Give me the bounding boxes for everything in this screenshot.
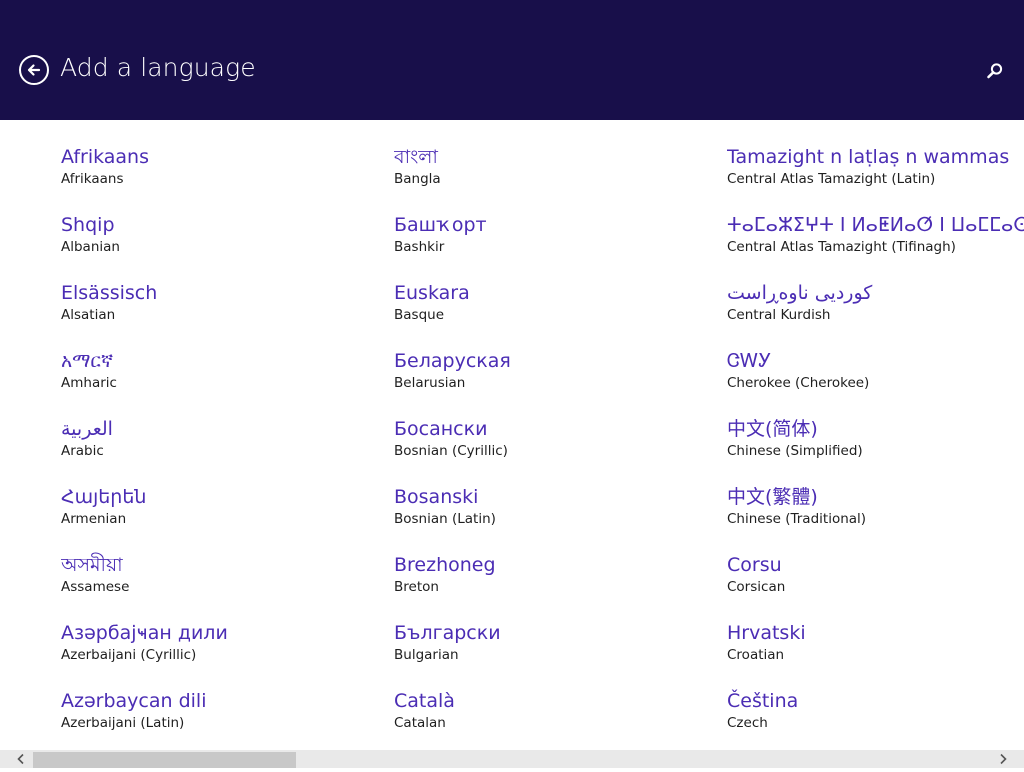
language-native-name: Беларуская <box>394 350 511 372</box>
back-arrow-circle-icon <box>27 64 41 76</box>
scrollbar-thumb[interactable] <box>33 752 296 768</box>
language-english-name: Bosnian (Latin) <box>394 511 496 527</box>
language-column-3: Tamazight n laṭlaṣ n wammas Central Atlas… <box>727 144 1024 750</box>
language-item[interactable]: Беларуская Belarusian <box>394 348 694 416</box>
language-native-name: 中文(简体) <box>727 418 818 440</box>
search-button[interactable] <box>984 60 1006 82</box>
language-item[interactable]: ᏣᎳᎩ Cherokee (Cherokee) <box>727 348 1024 416</box>
language-native-name: Հայերեն <box>61 486 147 508</box>
language-native-name: Elsässisch <box>61 282 158 304</box>
language-english-name: Cherokee (Cherokee) <box>727 375 870 391</box>
language-english-name: Albanian <box>61 239 120 255</box>
language-item[interactable]: অসমীয়া Assamese <box>61 552 361 620</box>
language-native-name: Euskara <box>394 282 470 304</box>
back-button[interactable] <box>19 55 49 85</box>
search-icon <box>987 63 1003 79</box>
language-item[interactable]: Azərbaycan dili Azerbaijani (Latin) <box>61 688 361 750</box>
language-item[interactable]: Elsässisch Alsatian <box>61 280 361 348</box>
language-item[interactable]: 中文(简体) Chinese (Simplified) <box>727 416 1024 484</box>
language-item[interactable]: العربية Arabic <box>61 416 361 484</box>
language-native-name: Bosanski <box>394 486 479 508</box>
language-item[interactable]: አማርኛ Amharic <box>61 348 361 416</box>
language-english-name: Croatian <box>727 647 785 663</box>
language-item[interactable]: Bosanski Bosnian (Latin) <box>394 484 694 552</box>
language-item[interactable]: Shqip Albanian <box>61 212 361 280</box>
language-item[interactable]: Brezhoneg Breton <box>394 552 694 620</box>
language-english-name: Chinese (Traditional) <box>727 511 867 527</box>
language-item[interactable]: Čeština Czech <box>727 688 1024 750</box>
language-english-name: Amharic <box>61 375 117 391</box>
language-english-name: Azerbaijani (Cyrillic) <box>61 647 197 663</box>
language-item[interactable]: Català Catalan <box>394 688 694 750</box>
language-english-name: Bulgarian <box>394 647 459 663</box>
language-english-name: Catalan <box>394 715 446 731</box>
app-header: Add a language <box>0 0 1024 120</box>
language-item[interactable]: Tamazight n laṭlaṣ n wammas Central Atlas… <box>727 144 1024 212</box>
language-native-name: کوردیی ناوەڕاست <box>727 282 873 304</box>
language-english-name: Armenian <box>61 511 127 527</box>
language-english-name: Czech <box>727 715 768 731</box>
language-native-name: Hrvatski <box>727 622 806 644</box>
language-item[interactable]: کوردیی ناوەڕاست Central Kurdish <box>727 280 1024 348</box>
language-item[interactable]: Български Bulgarian <box>394 620 694 688</box>
language-list: Afrikaans Afrikaans Shqip Albanian Elsässisc… <box>0 120 1024 750</box>
language-native-name: ᏣᎳᎩ <box>727 350 772 372</box>
language-native-name: Tamazight n laṭlaṣ n wammas <box>727 146 1010 168</box>
language-item[interactable]: Босански Bosnian (Cyrillic) <box>394 416 694 484</box>
language-english-name: Bangla <box>394 171 441 187</box>
chevron-right-icon <box>1000 753 1007 765</box>
language-native-name: ⵜⴰⵎⴰⵣⵉⵖⵜ ⵏ ⵍⴰⵟⵍⴰⵚ ⵏ ⵡⴰⵎⵎⴰⵙ <box>727 214 1024 236</box>
language-native-name: Азәрбајҹан дили <box>61 622 228 644</box>
language-native-name: Azərbaycan dili <box>61 690 207 712</box>
language-english-name: Alsatian <box>61 307 116 323</box>
language-native-name: Башҡорт <box>394 214 487 236</box>
language-english-name: Central Atlas Tamazight (Latin) <box>727 171 936 187</box>
language-item[interactable]: Азәрбајҹан дили Azerbaijani (Cyrillic) <box>61 620 361 688</box>
language-item[interactable]: Afrikaans Afrikaans <box>61 144 361 212</box>
language-native-name: Brezhoneg <box>394 554 496 576</box>
language-english-name: Basque <box>394 307 444 323</box>
language-english-name: Arabic <box>61 443 104 459</box>
language-english-name: Belarusian <box>394 375 466 391</box>
language-native-name: Български <box>394 622 501 644</box>
language-english-name: Assamese <box>61 579 130 595</box>
language-item[interactable]: 中文(繁體) Chinese (Traditional) <box>727 484 1024 552</box>
language-item[interactable]: Euskara Basque <box>394 280 694 348</box>
scroll-right-button[interactable] <box>994 750 1012 768</box>
language-native-name: Čeština <box>727 690 799 712</box>
language-english-name: Corsican <box>727 579 786 595</box>
horizontal-scrollbar[interactable] <box>0 750 1024 768</box>
language-native-name: العربية <box>61 418 113 440</box>
language-native-name: 中文(繁體) <box>727 486 818 508</box>
language-item[interactable]: Башҡорт Bashkir <box>394 212 694 280</box>
language-native-name: Shqip <box>61 214 115 236</box>
language-column-1: Afrikaans Afrikaans Shqip Albanian Elsässisc… <box>61 144 361 750</box>
language-item[interactable]: ⵜⴰⵎⴰⵣⵉⵖⵜ ⵏ ⵍⴰⵟⵍⴰⵚ ⵏ ⵡⴰⵎⵎⴰⵙ Central Atlas … <box>727 212 1024 280</box>
language-native-name: አማርኛ <box>61 350 114 372</box>
chevron-left-icon <box>17 753 24 765</box>
language-english-name: Central Atlas Tamazight (Tifinagh) <box>727 239 956 255</box>
language-native-name: Català <box>394 690 455 712</box>
language-native-name: বাংলা <box>394 146 438 168</box>
language-item[interactable]: Hrvatski Croatian <box>727 620 1024 688</box>
language-english-name: Bashkir <box>394 239 445 255</box>
language-english-name: Afrikaans <box>61 171 124 187</box>
language-english-name: Breton <box>394 579 439 595</box>
language-english-name: Central Kurdish <box>727 307 831 323</box>
language-english-name: Bosnian (Cyrillic) <box>394 443 508 459</box>
language-item[interactable]: Corsu Corsican <box>727 552 1024 620</box>
page-title: Add a language <box>60 53 256 82</box>
language-english-name: Azerbaijani (Latin) <box>61 715 185 731</box>
language-column-2: বাংলা Bangla Башҡорт Bashkir Euskara Basque Бе… <box>394 144 694 750</box>
language-item[interactable]: বাংলা Bangla <box>394 144 694 212</box>
scroll-left-button[interactable] <box>12 750 30 768</box>
language-native-name: অসমীয়া <box>61 554 123 576</box>
language-item[interactable]: Հայերեն Armenian <box>61 484 361 552</box>
language-native-name: Corsu <box>727 554 782 576</box>
language-native-name: Босански <box>394 418 488 440</box>
language-english-name: Chinese (Simplified) <box>727 443 863 459</box>
language-native-name: Afrikaans <box>61 146 149 168</box>
